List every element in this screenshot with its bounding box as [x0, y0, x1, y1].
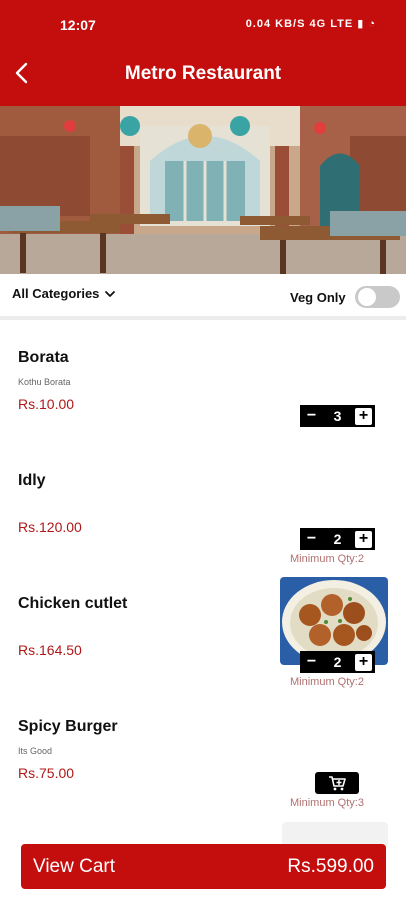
item-name: Borata — [18, 349, 69, 366]
cart-plus-icon — [329, 776, 346, 791]
quantity-stepper: − 3 + — [300, 405, 375, 427]
status-indicators: 0.04 KB/S 4G LTE ▮ ◔ — [245, 18, 376, 30]
page-title: Metro Restaurant — [124, 63, 282, 84]
category-dropdown[interactable]: All Categories — [12, 286, 116, 301]
item-description: Kothu Borata — [18, 377, 71, 387]
menu-item: Idly Rs.120.00 − 2 + Minimum Qty:2 — [0, 447, 406, 570]
item-price: Rs.10.00 — [18, 396, 75, 412]
item-price: Rs.120.00 — [18, 519, 82, 535]
quantity-value: 3 — [333, 408, 342, 424]
status-bar: 12:07 0.04 KB/S 4G LTE ▮ ◔ — [0, 0, 406, 44]
view-cart-label: View Cart — [33, 856, 116, 877]
cart-total: Rs.599.00 — [287, 856, 374, 877]
minimum-qty-note: Minimum Qty:2 — [290, 553, 364, 565]
filter-bar: All Categories Veg Only — [0, 274, 406, 320]
increment-button[interactable]: + — [354, 407, 372, 425]
decrement-button[interactable]: − — [303, 531, 320, 548]
increment-button[interactable]: + — [354, 653, 372, 671]
veg-only-label: Veg Only — [290, 290, 346, 305]
item-name: Idly — [18, 472, 46, 489]
menu-item: Borata Kothu Borata Rs.10.00 − 3 + — [0, 324, 406, 447]
minimum-qty-note: Minimum Qty:3 — [290, 797, 364, 809]
add-to-cart-button[interactable] — [315, 772, 359, 794]
item-price: Rs.75.00 — [18, 765, 75, 781]
status-time: 12:07 — [60, 17, 96, 33]
item-name: Chicken cutlet — [18, 595, 128, 612]
quantity-value: 2 — [333, 654, 342, 670]
quantity-stepper: − 2 + — [300, 528, 375, 550]
app-header: Metro Restaurant — [0, 44, 406, 106]
veg-only-toggle[interactable] — [355, 286, 400, 308]
quantity-value: 2 — [333, 531, 342, 547]
decrement-button[interactable]: − — [303, 654, 320, 671]
quantity-stepper: − 2 + — [300, 651, 375, 673]
menu-item: Chicken cutlet Rs.164.50 − 2 + Minimum Q… — [0, 570, 406, 693]
restaurant-banner-image — [0, 106, 406, 274]
decrement-button[interactable]: − — [303, 408, 320, 425]
item-name: Spicy Burger — [18, 718, 118, 735]
category-dropdown-label: All Categories — [12, 286, 100, 301]
item-price: Rs.164.50 — [18, 642, 82, 658]
increment-button[interactable]: + — [354, 530, 372, 548]
view-cart-button[interactable]: View Cart Rs.599.00 — [21, 844, 386, 889]
minimum-qty-note: Minimum Qty:2 — [290, 676, 364, 688]
item-description: Its Good — [18, 746, 53, 756]
chevron-down-icon — [105, 290, 116, 297]
toggle-knob — [358, 288, 376, 306]
menu-item: Spicy Burger Its Good Rs.75.00 Minimum Q… — [0, 693, 406, 816]
